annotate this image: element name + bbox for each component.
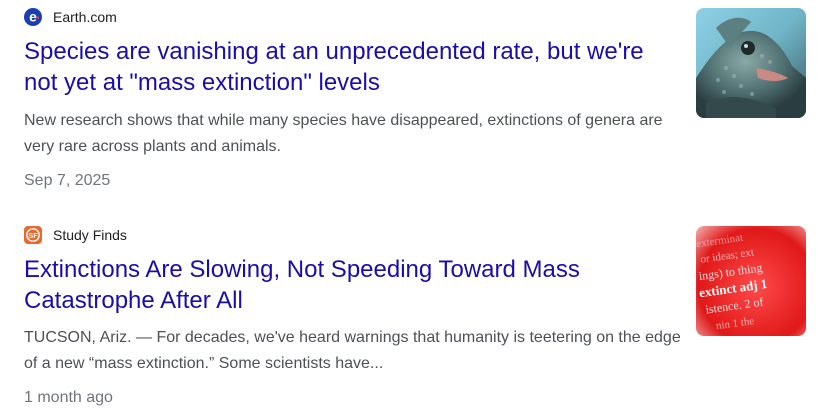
news-result[interactable]: SF Study Finds Extinctions Are Slowing, … — [0, 218, 818, 416]
study-finds-logo-graphic: SF — [26, 228, 40, 242]
article-date: Sep 7, 2025 — [24, 172, 111, 189]
earth-com-logo-graphic: e — [29, 9, 39, 25]
svg-text:SF: SF — [28, 231, 38, 240]
article-title-link[interactable]: Extinctions Are Slowing, Not Speeding To… — [24, 254, 674, 316]
article-snippet: New research shows that while many speci… — [24, 112, 663, 155]
source-name: Earth.com — [53, 9, 117, 25]
article-snippet: TUCSON, Ariz. — For decades, we've heard… — [24, 329, 681, 372]
dictionary-extinct-thumbnail[interactable]: exterminat or ideas; ext ings) to thing … — [696, 226, 806, 336]
article-title-link[interactable]: Species are vanishing at an unprecedente… — [24, 36, 674, 98]
lizard-thumbnail[interactable] — [696, 8, 806, 118]
svg-text:e: e — [29, 9, 37, 25]
source-row[interactable]: e Earth.com — [24, 7, 117, 27]
lizard-thumbnail-image — [696, 8, 806, 118]
article-date: 1 month ago — [24, 389, 113, 406]
news-result[interactable]: e Earth.com Species are vanishing at an … — [0, 0, 818, 205]
study-finds-logo-icon: SF — [24, 226, 42, 244]
source-row[interactable]: SF Study Finds — [24, 225, 127, 245]
source-name: Study Finds — [53, 227, 127, 243]
dictionary-extinct-thumbnail-image: exterminat or ideas; ext ings) to thing … — [696, 226, 806, 336]
earth-com-logo-icon: e — [24, 8, 42, 26]
